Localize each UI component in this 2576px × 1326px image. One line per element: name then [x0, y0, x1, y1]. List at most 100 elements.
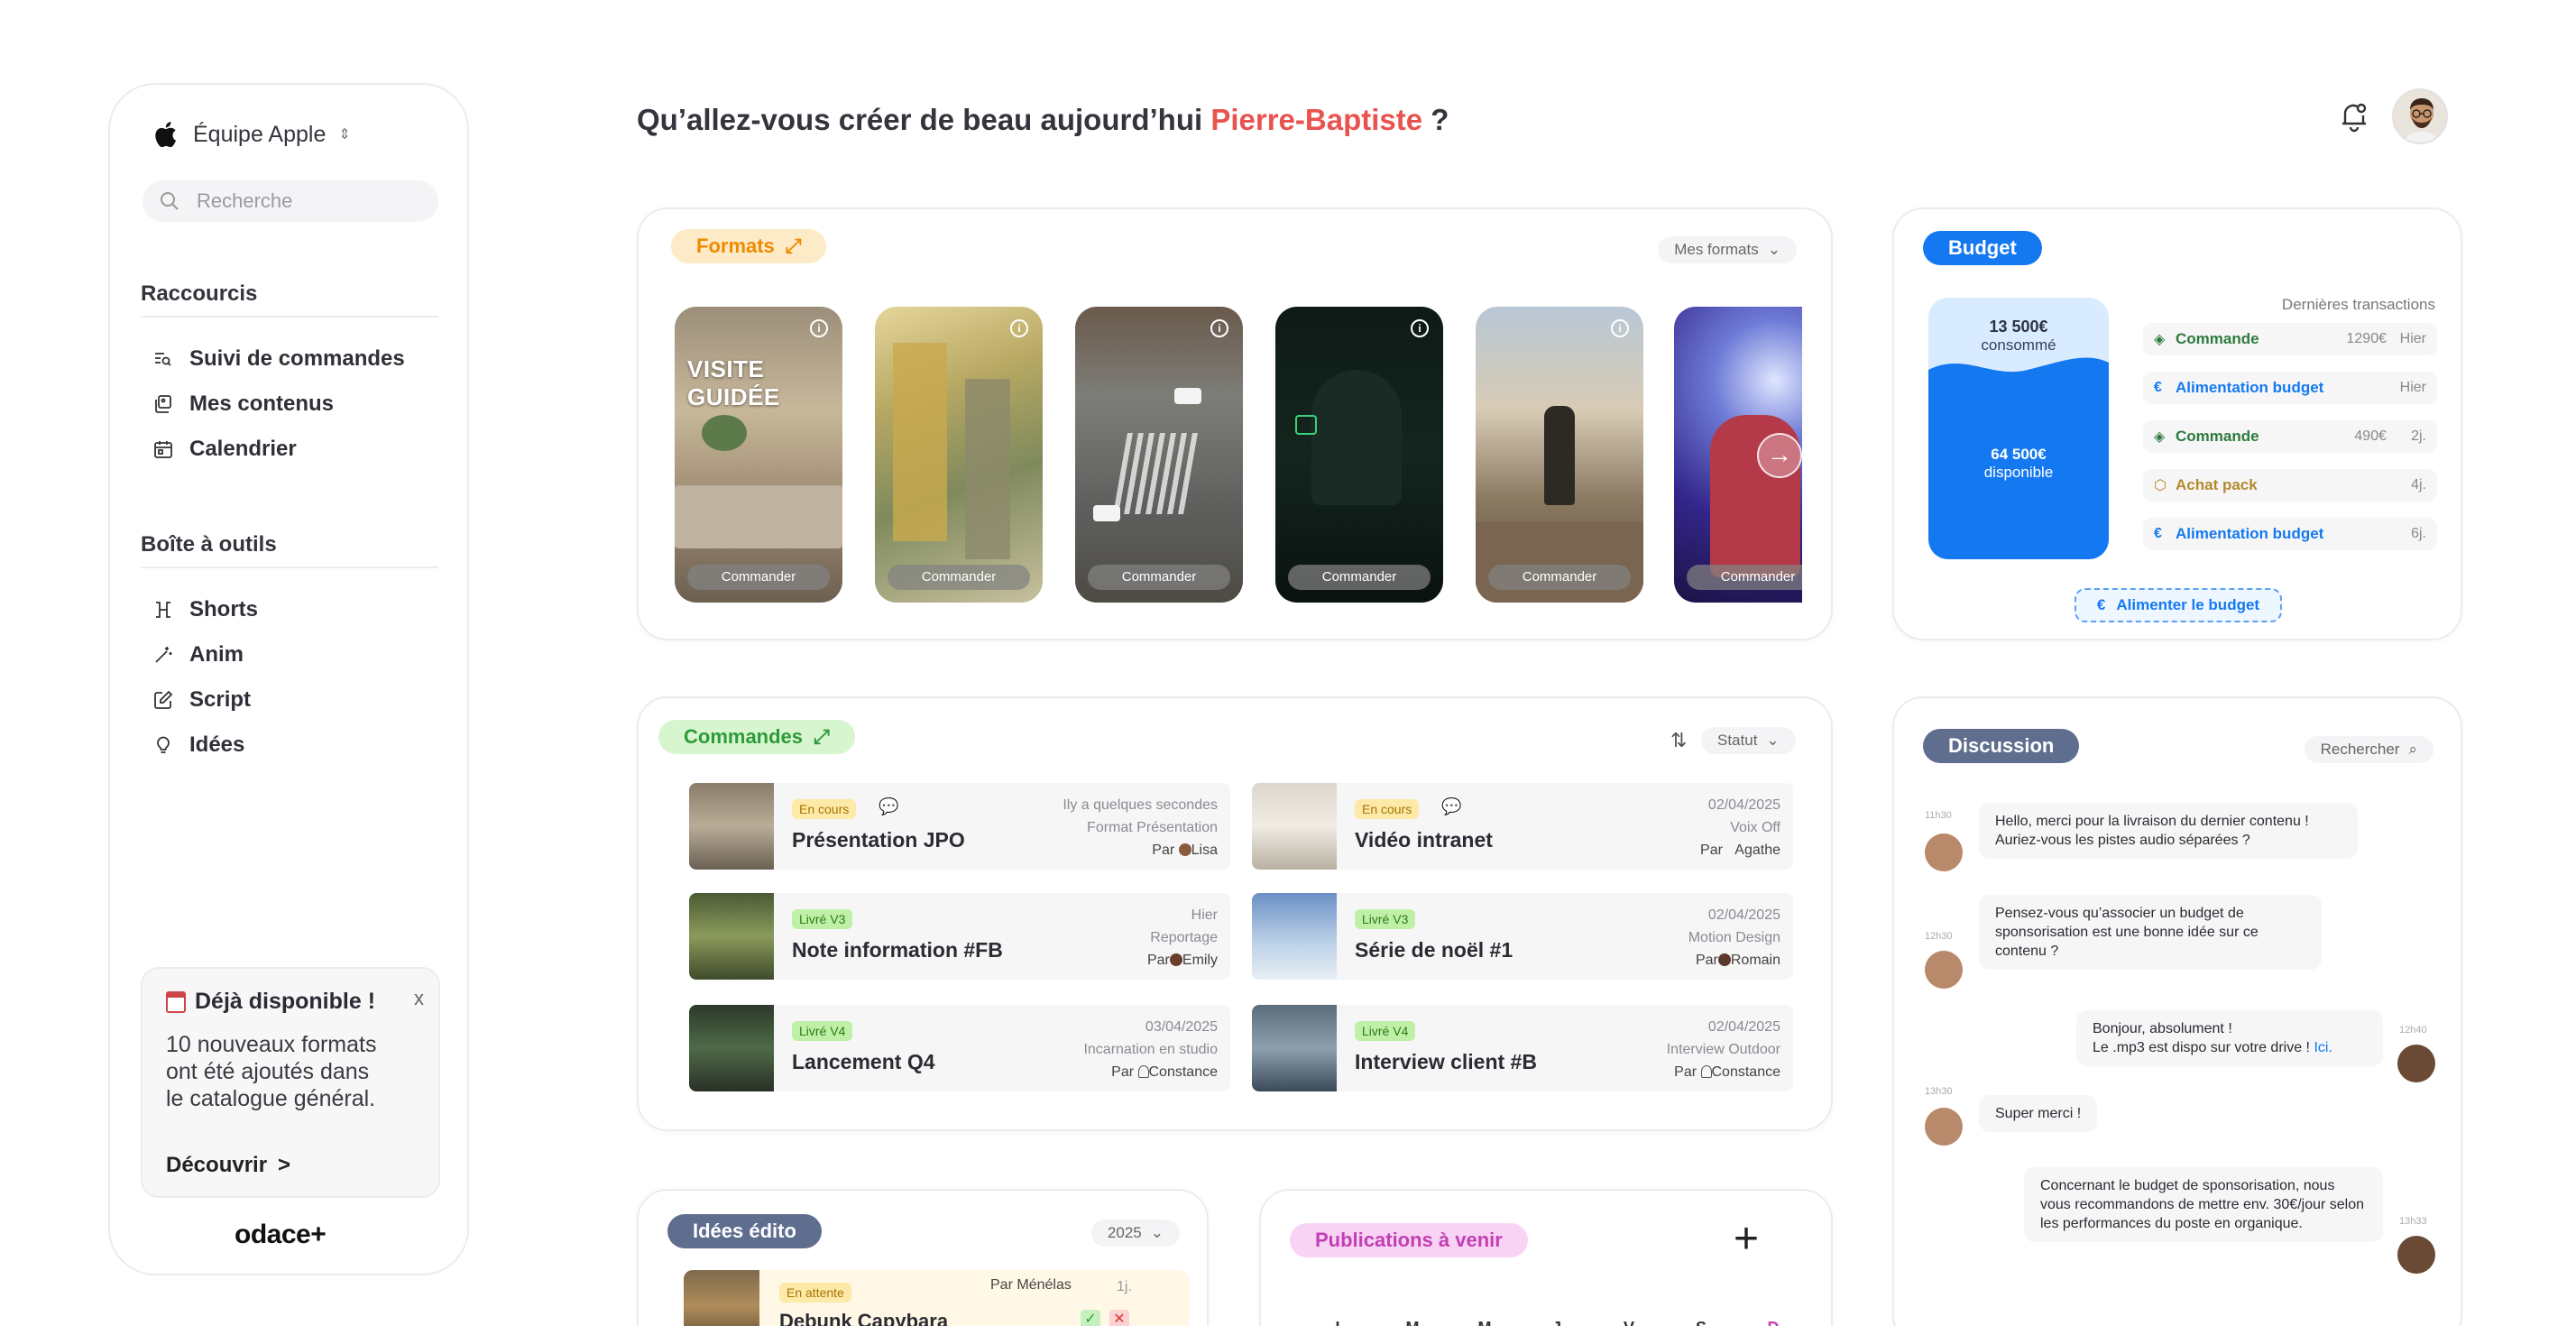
idea-row[interactable]: En attente Debunk Capybara Par Ménélas 1… [684, 1270, 1189, 1326]
order-meta: Hier Reportage Par Emily [1147, 904, 1218, 971]
info-icon[interactable]: i [1611, 319, 1629, 337]
order-row[interactable]: Livré V4 Lancement Q4 03/04/2025 Incarna… [689, 1005, 1230, 1091]
stack-icon [155, 395, 171, 413]
order-meta: 02/04/2025 Voix Off Par Agathe [1700, 794, 1780, 861]
info-icon[interactable]: i [1010, 319, 1028, 337]
sidebar-item-script[interactable]: Script [153, 687, 258, 713]
search-icon [161, 192, 179, 210]
info-icon[interactable]: i [1210, 319, 1228, 337]
chevron-updown-icon: ⇕ [338, 127, 351, 143]
chat-notification-icon[interactable]: 💬 [1441, 797, 1461, 816]
year-select[interactable]: 2025 ⌄ [1090, 1220, 1180, 1247]
building-shape [893, 343, 947, 541]
sort-icon[interactable]: ⇅ [1670, 729, 1687, 752]
order-format: Incarnation en studio [1083, 1042, 1218, 1057]
sofa-shape [675, 485, 842, 548]
sidebar-item-mes-contenus[interactable]: Mes contenus [153, 391, 405, 417]
idea-date: 1j. [1117, 1279, 1132, 1294]
by-prefix: Par [1146, 953, 1170, 968]
order-format-button[interactable]: Commander [1488, 565, 1631, 590]
sidebar-item-calendrier[interactable]: Calendrier [153, 437, 405, 462]
message-bubble: Bonjour, absolument ! Le .mp3 est dispo … [2076, 1010, 2383, 1066]
order-row[interactable]: Livré V4 Interview client #B 02/04/2025 … [1252, 1005, 1793, 1091]
by-prefix: Par [1695, 953, 1718, 968]
format-card[interactable]: → Commander [1674, 307, 1802, 603]
format-card[interactable]: i Commander [1075, 307, 1243, 603]
consumed-block: 13 500€ consommé [1928, 318, 2109, 355]
format-card[interactable]: i Commander [1476, 307, 1643, 603]
chat-notification-icon[interactable]: 💬 [879, 797, 898, 816]
sidebar-item-suivi-commandes[interactable]: Suivi de commandes [153, 346, 405, 372]
info-icon[interactable]: i [810, 319, 828, 337]
by-prefix: Par [1152, 843, 1175, 858]
list-search-icon [155, 353, 171, 366]
transaction-row[interactable]: ◈ Commande 490€ 2j. [2143, 420, 2437, 453]
message-bubble: Hello, merci pour la livraison du dernie… [1979, 803, 2358, 859]
transaction-row[interactable]: ◈ Commande 1290€ Hier [2143, 323, 2437, 355]
status-badge: Livré V3 [792, 909, 853, 929]
carousel-next-arrow-icon[interactable]: → [1757, 433, 1802, 478]
format-card[interactable]: i Commander [1275, 307, 1443, 603]
weekday-label: V [1593, 1319, 1665, 1326]
shortcuts-title: Raccourcis [141, 281, 438, 318]
order-row[interactable]: Livré V3 Note information #FB Hier Repor… [689, 893, 1230, 980]
sidebar-search[interactable] [143, 180, 438, 222]
sidebar: Équipe Apple ⇕ Raccourcis Suivi de comma… [108, 83, 469, 1275]
status-badge: Livré V4 [1355, 1021, 1416, 1041]
format-card[interactable]: i Commander [875, 307, 1043, 603]
order-format-button[interactable]: Commander [687, 565, 830, 590]
avatar [1925, 1108, 1963, 1146]
sidebar-item-shorts[interactable]: Shorts [153, 597, 258, 622]
order-format-button[interactable]: Commander [888, 565, 1030, 590]
discover-link[interactable]: Découvrir > [166, 1153, 290, 1178]
assignee-name: Constance [1148, 1064, 1219, 1080]
order-format-button[interactable]: Commander [1088, 565, 1230, 590]
padlock-icon [1295, 415, 1317, 435]
status-filter-select[interactable]: Statut ⌄ [1701, 727, 1796, 754]
order-row[interactable]: En cours 💬 Présentation JPO Ily a quelqu… [689, 783, 1230, 870]
car-shape [1093, 505, 1120, 521]
discussion-search-label: Rechercher [2320, 741, 2400, 758]
avatar[interactable] [2392, 88, 2448, 144]
transaction-row[interactable]: € Alimentation budget 6j. [2143, 518, 2437, 550]
feed-budget-button[interactable]: € Alimenter le budget [2075, 588, 2282, 622]
order-format: Reportage [1150, 930, 1218, 945]
transaction-row[interactable]: ⬡ Achat pack 4j. [2143, 469, 2437, 502]
sidebar-item-anim[interactable]: Anim [153, 642, 258, 668]
avatar [2397, 1236, 2435, 1274]
notification-bell-icon[interactable] [2336, 97, 2372, 134]
search-input[interactable] [197, 189, 413, 213]
order-format-button[interactable]: Commander [1687, 565, 1802, 590]
close-icon[interactable]: x [414, 987, 424, 1010]
orders-title-pill[interactable]: Commandes ⤢ [658, 720, 855, 754]
order-format-button[interactable]: Commander [1288, 565, 1431, 590]
discussion-search-button[interactable]: Rechercher ⌕ [2304, 736, 2433, 763]
edit-icon [154, 690, 173, 709]
order-format: Motion Design [1688, 930, 1780, 945]
order-row[interactable]: En cours 💬 Vidéo intranet 02/04/2025 Voi… [1252, 783, 1793, 870]
calendar-icon [154, 441, 172, 458]
shorts-icon [156, 602, 170, 618]
diamond-icon: ◈ [2154, 429, 2166, 445]
info-icon[interactable]: i [1411, 319, 1429, 337]
odace-logo: odace+ [235, 1220, 327, 1249]
order-row[interactable]: Livré V3 Série de noël #1 02/04/2025 Mot… [1252, 893, 1793, 980]
add-publication-icon[interactable]: + [1734, 1218, 1759, 1261]
approve-icon[interactable]: ✓ [1081, 1310, 1100, 1326]
drive-link[interactable]: Ici. [2314, 1040, 2332, 1055]
order-title: Lancement Q4 [792, 1050, 935, 1073]
format-card[interactable]: VISITE GUIDÉE i Commander [675, 307, 842, 603]
tools-list: Shorts Anim Script Idées [153, 597, 258, 758]
transaction-row[interactable]: € Alimentation budget Hier [2143, 372, 2437, 404]
weekday-header: LMMJVSD [1304, 1319, 1809, 1326]
by-prefix: Par [1111, 1064, 1135, 1080]
order-title: Présentation JPO [792, 828, 965, 852]
team-switcher[interactable]: Équipe Apple ⇕ [153, 121, 351, 148]
sidebar-item-idees[interactable]: Idées [153, 732, 258, 758]
reject-icon[interactable]: ✕ [1109, 1310, 1129, 1326]
assignee-avatar [1178, 843, 1191, 856]
transaction-amount: 1290€ [2346, 331, 2387, 346]
chevron-down-icon: ⌄ [1766, 732, 1780, 749]
available-label: disponible [1983, 464, 2054, 481]
euro-icon: € [2154, 380, 2162, 395]
